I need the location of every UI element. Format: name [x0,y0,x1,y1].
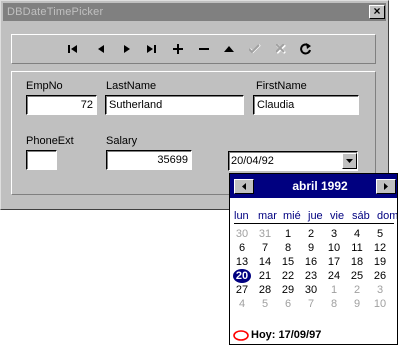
nav-post-button[interactable] [244,38,266,60]
calendar-day[interactable]: 3 [324,227,344,241]
calendar-day[interactable]: 5 [370,227,390,241]
calendar-day[interactable]: 9 [347,297,367,311]
nav-insert-button[interactable] [167,38,189,60]
nav-edit-button[interactable] [218,38,240,60]
phoneext-field[interactable] [26,150,57,170]
window-title: DBDateTimePicker [3,3,386,21]
lastname-field[interactable]: Sutherland [105,95,244,115]
hiredate-datepicker[interactable]: 20/04/92 [228,151,358,171]
calendar-day[interactable]: 4 [232,297,252,311]
phoneext-label: PhoneExt [26,135,74,147]
nav-first-button[interactable] [62,38,84,60]
calendar-day[interactable]: 17 [324,255,344,269]
datepicker-dropdown-button[interactable] [342,153,357,169]
calendar-day[interactable]: 22 [278,269,298,283]
nav-next-button[interactable] [116,38,138,60]
calendar-day[interactable]: 16 [301,255,321,269]
calendar-day[interactable]: 14 [255,255,275,269]
calendar-day[interactable]: 4 [347,227,367,241]
refresh-icon [300,43,311,55]
calendar-day[interactable]: 5 [255,297,275,311]
calendar-day[interactable]: 11 [347,241,367,255]
calendar-day[interactable]: 10 [324,241,344,255]
calendar-day[interactable]: 7 [255,241,275,255]
last-record-icon [147,45,156,53]
db-navigator [11,34,376,64]
calendar-day[interactable]: 25 [347,269,367,283]
calendar-day[interactable]: 8 [278,241,298,255]
calendar-day[interactable]: 24 [324,269,344,283]
calendar-day[interactable]: 28 [255,283,275,297]
calendar-day[interactable]: 6 [232,241,252,255]
calendar-day[interactable]: 1 [324,283,344,297]
today-row[interactable]: Hoy: 17/09/97 [233,327,321,343]
calendar-day[interactable]: 7 [301,297,321,311]
nav-last-button[interactable] [141,38,163,60]
cancel-x-icon [276,44,286,54]
nav-prior-button[interactable] [90,38,112,60]
today-circle-icon [233,329,249,341]
calendar-day[interactable]: 19 [370,255,390,269]
empno-field[interactable]: 72 [26,95,97,115]
calendar-day[interactable]: 29 [278,283,298,297]
calendar-day[interactable]: 21 [255,269,275,283]
prior-record-icon [98,45,104,53]
close-button[interactable]: × [369,5,385,19]
calendar-day-grid: 30 31 1 2 3 4 5 6 7 8 9 10 11 12 13 14 15 16 17 18 19 20 21 22 2… [230,174,397,344]
calendar-day[interactable]: 15 [278,255,298,269]
plus-icon [173,44,183,54]
checkmark-icon [249,44,261,54]
minus-icon [199,48,209,50]
calendar-day[interactable]: 1 [278,227,298,241]
calendar-day[interactable]: 18 [347,255,367,269]
calendar-day[interactable]: 30 [232,227,252,241]
chevron-down-icon [346,159,353,163]
edit-triangle-icon [224,46,234,52]
calendar-day[interactable]: 12 [370,241,390,255]
calendar-day[interactable]: 2 [347,283,367,297]
today-label: Hoy: 17/09/97 [251,329,322,341]
calendar-day[interactable]: 31 [255,227,275,241]
calendar-day[interactable]: 13 [232,255,252,269]
calendar-day[interactable]: 27 [232,283,252,297]
calendar-day[interactable]: 10 [370,297,390,311]
first-record-icon [68,45,77,53]
calendar-day[interactable]: 23 [301,269,321,283]
close-icon: × [373,4,381,18]
hiredate-value: 20/04/92 [231,155,274,167]
calendar-day[interactable]: 26 [370,269,390,283]
lastname-label: LastName [106,80,157,92]
calendar-dropdown: abril 1992 lun mar mié jue vie sáb dom 3… [229,173,398,345]
calendar-day[interactable]: 6 [278,297,298,311]
nav-cancel-button[interactable] [270,38,292,60]
firstname-field[interactable]: Claudia [253,95,359,115]
next-record-icon [124,45,130,53]
calendar-day-selected[interactable]: 20 [232,269,252,283]
nav-refresh-button[interactable] [295,38,317,60]
calendar-day[interactable]: 9 [301,241,321,255]
calendar-day[interactable]: 30 [301,283,321,297]
nav-delete-button[interactable] [193,38,215,60]
salary-field[interactable]: 35699 [106,150,192,170]
salary-label: Salary [106,135,138,147]
calendar-day[interactable]: 2 [301,227,321,241]
empno-label: EmpNo [26,80,63,92]
calendar-day[interactable]: 3 [370,283,390,297]
firstname-label: FirstName [256,80,307,92]
calendar-day[interactable]: 8 [324,297,344,311]
